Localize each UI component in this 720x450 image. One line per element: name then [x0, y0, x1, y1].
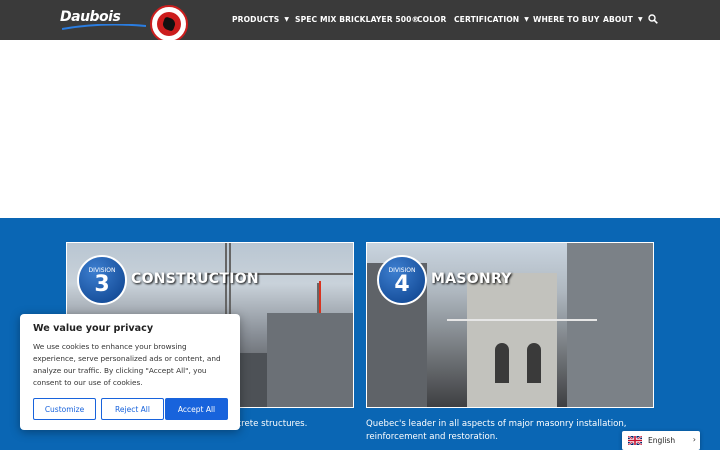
cookie-text: We use cookies to enhance your browsing … — [33, 342, 221, 387]
division-badge: DIVISION 4 — [377, 255, 427, 305]
chevron-down-icon: ▼ — [637, 16, 643, 23]
logo-text: Daubois — [60, 9, 121, 25]
division-4-masonry-card[interactable]: DIVISION 4 MASONRY — [366, 242, 654, 408]
made-in-quebec-seal-icon — [150, 5, 188, 43]
chevron-right-icon: › — [692, 435, 696, 444]
nav-products[interactable]: PRODUCTS ▼ — [232, 15, 289, 24]
masonry-description: Quebec's leader in all aspects of major … — [366, 419, 627, 442]
nav-spec-mix[interactable]: SPEC MIX BRICKLAYER 500® — [295, 15, 419, 24]
nav-certification[interactable]: CERTIFICATION ▼ — [454, 15, 529, 24]
reject-all-button[interactable]: Reject All — [101, 398, 164, 420]
hero-banner — [0, 40, 720, 218]
chevron-down-icon: ▼ — [524, 16, 529, 23]
customize-button[interactable]: Customize — [33, 398, 96, 420]
card-title: CONSTRUCTION — [131, 271, 259, 287]
nav-about[interactable]: ABOUT ▼ — [603, 15, 643, 24]
daubois-logo[interactable]: Daubois — [60, 9, 146, 31]
card-title: MASONRY — [431, 271, 512, 287]
accept-all-button[interactable]: Accept All — [165, 398, 228, 420]
uk-flag-icon — [628, 436, 642, 445]
cookie-consent-banner: We value your privacy We use cookies to … — [20, 314, 240, 430]
division-badge: DIVISION 3 — [77, 255, 127, 305]
language-label: English — [648, 436, 676, 445]
search-icon[interactable] — [648, 14, 658, 24]
logo-swoosh-icon — [62, 24, 146, 30]
chevron-down-icon: ▼ — [284, 16, 290, 23]
cookie-title: We value your privacy — [33, 323, 154, 334]
nav-color[interactable]: COLOR — [417, 15, 446, 24]
nav-where-to-buy[interactable]: WHERE TO BUY — [533, 15, 600, 24]
language-switcher[interactable]: English › — [622, 431, 700, 450]
site-header: Daubois PRODUCTS ▼ SPEC MIX BRICKLAYER 50… — [0, 0, 720, 43]
